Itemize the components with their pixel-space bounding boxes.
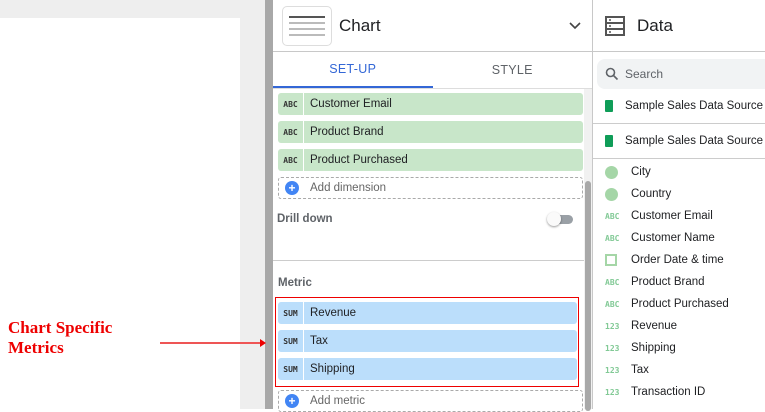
search-icon	[605, 67, 619, 81]
field-label: Country	[631, 188, 672, 200]
data-source-name: Sample Sales Data Source	[625, 135, 764, 147]
data-list-icon	[605, 15, 625, 36]
annotation-text: Chart Specific Metrics	[8, 318, 113, 357]
metric-chip[interactable]: SUM Shipping	[278, 358, 577, 380]
number-type-icon: 123	[605, 387, 620, 397]
sum-aggregation-icon: SUM	[278, 302, 304, 324]
text-type-icon: ABC	[278, 121, 304, 143]
highlight-box: SUM Revenue SUM Tax SUM Shipping	[275, 297, 579, 387]
number-type-icon: 123	[605, 365, 620, 375]
field-label: City	[631, 166, 651, 178]
annotation-arrow	[160, 339, 266, 347]
data-title: Data	[637, 15, 673, 35]
panel-title: Chart	[339, 15, 381, 35]
number-type-icon: 123	[605, 321, 620, 331]
data-panel: Data Search Sample Sales Data Source Sam…	[593, 0, 765, 409]
text-type-icon: ABC	[605, 211, 620, 221]
search-input[interactable]: Search	[597, 59, 765, 89]
search-placeholder: Search	[625, 67, 664, 81]
data-source-item[interactable]: Sample Sales Data Source	[593, 89, 765, 124]
metric-section-label: Metric	[278, 277, 312, 289]
field-label: Product Brand	[631, 276, 705, 288]
drill-down-row: Drill down	[277, 205, 585, 233]
chevron-down-icon[interactable]	[568, 19, 582, 33]
field-item[interactable]: ABC Product Purchased	[593, 293, 765, 315]
sheets-icon	[605, 100, 613, 112]
sheets-icon	[605, 135, 613, 147]
globe-icon	[605, 187, 618, 201]
drill-down-label: Drill down	[277, 213, 333, 225]
field-item[interactable]: Order Date & time	[593, 249, 765, 271]
dimension-chip[interactable]: ABC Customer Email	[278, 93, 583, 115]
data-header: Data	[593, 0, 765, 52]
plus-icon: +	[285, 394, 299, 408]
field-item[interactable]: 123 Tax	[593, 359, 765, 381]
data-source-item[interactable]: Sample Sales Data Source	[593, 124, 765, 159]
add-dimension-button[interactable]: + Add dimension	[278, 177, 583, 199]
data-source-name: Sample Sales Data Source	[625, 100, 764, 112]
metric-chip[interactable]: SUM Revenue	[278, 302, 577, 324]
field-item[interactable]: ABC Customer Name	[593, 227, 765, 249]
field-label: Shipping	[631, 342, 676, 354]
chart-properties-panel: Chart SET-UP STYLE ABC Customer Email ABC…	[273, 0, 593, 412]
dimension-label: Product Purchased	[310, 154, 408, 166]
field-label: Revenue	[631, 320, 678, 332]
metric-label: Tax	[310, 335, 328, 347]
plus-icon: +	[285, 181, 299, 195]
table-chart-icon[interactable]	[282, 5, 332, 46]
text-type-icon: ABC	[278, 93, 304, 115]
text-type-icon: ABC	[605, 299, 620, 309]
drill-down-toggle[interactable]	[547, 212, 573, 226]
field-label: Order Date & time	[631, 254, 724, 266]
field-label: Tax	[631, 364, 649, 376]
add-metric-label: Add metric	[310, 395, 365, 407]
globe-icon	[605, 165, 618, 179]
text-type-icon: ABC	[605, 233, 620, 243]
field-item[interactable]: ABC Customer Email	[593, 205, 765, 227]
field-label: Customer Email	[631, 210, 713, 222]
dimension-label: Product Brand	[310, 126, 384, 138]
field-item[interactable]: ABC Product Brand	[593, 271, 765, 293]
field-item[interactable]: Country	[593, 183, 765, 205]
tabs: SET-UP STYLE	[273, 52, 592, 89]
scrollbar[interactable]	[584, 89, 592, 411]
field-label: Customer Name	[631, 232, 715, 244]
field-label: Product Purchased	[631, 298, 729, 310]
tab-style[interactable]: STYLE	[433, 52, 593, 88]
tab-setup[interactable]: SET-UP	[273, 52, 433, 88]
chart-header: Chart	[273, 0, 592, 52]
metric-label: Shipping	[310, 363, 355, 375]
dimension-chip[interactable]: ABC Product Brand	[278, 121, 583, 143]
calendar-icon	[605, 254, 617, 266]
add-dimension-label: Add dimension	[310, 182, 387, 194]
field-item[interactable]: City	[593, 161, 765, 183]
field-item[interactable]: 123 Transaction ID	[593, 381, 765, 403]
metric-label: Revenue	[310, 307, 357, 319]
panel-divider	[265, 0, 273, 409]
sum-aggregation-icon: SUM	[278, 330, 304, 352]
field-label: Transaction ID	[631, 386, 706, 398]
text-type-icon: ABC	[605, 277, 620, 287]
number-type-icon: 123	[605, 343, 620, 353]
setup-content: ABC Customer Email ABC Product Brand ABC Pr…	[273, 89, 589, 412]
metric-chip[interactable]: SUM Tax	[278, 330, 577, 352]
text-type-icon: ABC	[278, 149, 304, 171]
dimension-label: Customer Email	[310, 98, 392, 110]
sum-aggregation-icon: SUM	[278, 358, 304, 380]
field-item[interactable]: 123 Shipping	[593, 337, 765, 359]
divider	[273, 260, 589, 261]
dimension-chip[interactable]: ABC Product Purchased	[278, 149, 583, 171]
field-item[interactable]: 123 Revenue	[593, 315, 765, 337]
